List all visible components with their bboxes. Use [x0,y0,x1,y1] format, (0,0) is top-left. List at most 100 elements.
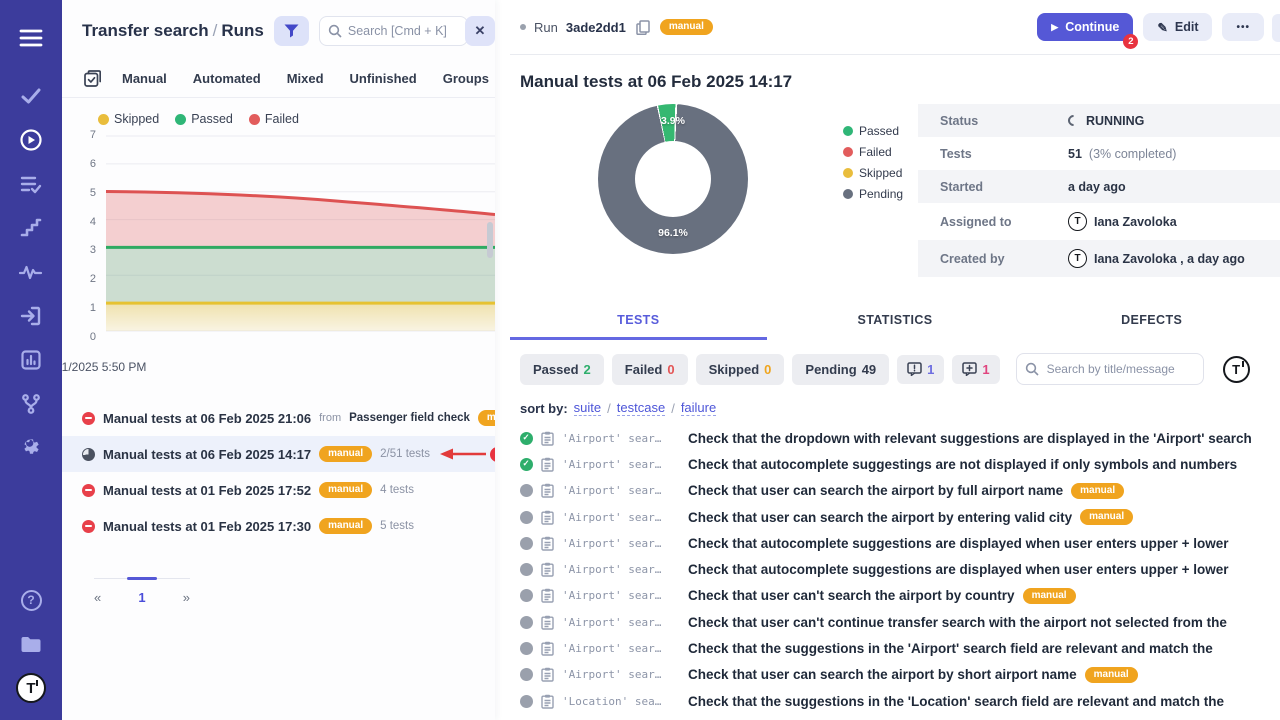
detail-tab[interactable]: DEFECTS [1023,304,1280,340]
status-filter-button[interactable]: Failed 0 [612,354,688,385]
test-row[interactable]: 'Airport' sear… Check that the suggestio… [520,635,1280,661]
test-suite[interactable]: 'Airport' sear… [562,642,680,655]
test-row[interactable]: 'Location' sea… Check that the suggestio… [520,688,1280,714]
testcase-clipboard-icon[interactable] [541,510,554,525]
edit-button[interactable]: ✎ Edit [1143,13,1212,41]
runs-play-icon[interactable] [9,118,53,162]
creator-name[interactable]: Iana Zavoloka , a day ago [1094,252,1245,266]
sort-by-failure[interactable]: failure [681,400,716,416]
sign-in-icon[interactable] [9,294,53,338]
filter-funnel-button[interactable] [274,16,309,46]
detail-tab[interactable]: STATISTICS [767,304,1024,340]
testcase-clipboard-icon[interactable] [541,641,554,656]
test-title[interactable]: Check that the suggestions in the 'Airpo… [688,641,1213,656]
runs-tab[interactable]: Automated [180,71,274,86]
runs-tab[interactable]: Unfinished [337,71,430,86]
test-suite[interactable]: 'Airport' sear… [562,616,680,629]
user-logo-avatar[interactable]: T [9,666,53,710]
steps-icon[interactable] [9,206,53,250]
test-title[interactable]: Check that user can search the airport b… [688,510,1072,525]
test-row[interactable]: 'Airport' sear… Check that user can sear… [520,504,1280,530]
test-row[interactable]: 'Airport' sear… Check that user can't se… [520,583,1280,609]
test-row[interactable]: 'Airport' sear… Check that user can't co… [520,609,1280,635]
folder-icon[interactable] [9,622,53,666]
comments-filter-button[interactable]: 1 [897,355,944,384]
test-row[interactable]: 'Location' sea… Check that autocomplete … [520,714,1280,720]
run-list-item[interactable]: Manual tests at 01 Feb 2025 17:30 manual… [62,508,495,544]
testcase-clipboard-icon[interactable] [541,562,554,577]
branch-icon[interactable] [9,382,53,426]
test-status-icon [520,589,533,602]
test-title[interactable]: Check that the dropdown with relevant su… [688,431,1252,446]
detail-tab[interactable]: TESTS [510,304,767,340]
status-value: RUNNING [1086,114,1144,128]
testcase-clipboard-icon[interactable] [541,483,554,498]
copy-icon[interactable] [636,20,650,35]
select-all-icon[interactable] [84,70,101,87]
breadcrumb-parent[interactable]: Transfer search [82,21,209,40]
status-filter-button[interactable]: Pending 49 [792,354,889,385]
test-suite[interactable]: 'Airport' sear… [562,537,680,550]
activity-icon[interactable] [9,250,53,294]
sort-by-testcase[interactable]: testcase [617,400,665,416]
testcase-clipboard-icon[interactable] [541,667,554,682]
user-avatar[interactable]: T [1223,356,1250,383]
continue-button[interactable]: ▶ Continue 2 [1037,13,1133,41]
testcase-clipboard-icon[interactable] [541,615,554,630]
test-title[interactable]: Check that user can't search the airport… [688,588,1015,603]
close-panel-button[interactable]: ✕ [465,16,495,46]
run-list-item[interactable]: Manual tests at 06 Feb 2025 21:06 from P… [62,400,495,436]
test-suite[interactable]: 'Airport' sear… [562,458,680,471]
testcase-clipboard-icon[interactable] [541,588,554,603]
test-suite[interactable]: 'Airport' sear… [562,511,680,524]
assignee-name[interactable]: Iana Zavoloka [1094,215,1177,229]
test-title[interactable]: Check that autocomplete suggestions are … [688,562,1229,577]
more-options-button[interactable]: ••• [1222,13,1264,41]
pagination-next[interactable]: » [183,590,190,605]
test-suite[interactable]: 'Airport' sear… [562,432,680,445]
run-list-item[interactable]: Manual tests at 01 Feb 2025 17:52 manual… [62,472,495,508]
tests-search-input[interactable] [1016,353,1204,385]
runs-tab[interactable]: Groups [430,71,495,86]
test-title[interactable]: Check that autocomplete suggestions are … [688,536,1229,551]
test-suite[interactable]: 'Airport' sear… [562,668,680,681]
pagination-active-indicator [127,577,157,580]
run-list-item[interactable]: Manual tests at 06 Feb 2025 14:17 manual… [62,436,495,472]
help-icon[interactable]: ? [9,578,53,622]
test-title[interactable]: Check that the suggestions in the 'Locat… [688,694,1224,709]
test-row[interactable]: 'Airport' sear… Check that autocomplete … [520,451,1280,477]
manual-badge: manual [319,518,372,534]
clipped-edge-button[interactable] [1272,14,1280,42]
test-suite[interactable]: 'Airport' sear… [562,563,680,576]
sort-by-suite[interactable]: suite [574,400,601,416]
test-title[interactable]: Check that user can search the airport b… [688,483,1063,498]
testcase-clipboard-icon[interactable] [541,457,554,472]
runs-tab[interactable]: Manual [109,71,180,86]
test-row[interactable]: 'Airport' sear… Check that autocomplete … [520,556,1280,582]
gear-icon[interactable] [9,426,53,470]
test-list-icon[interactable] [9,162,53,206]
menu-icon[interactable] [9,16,53,60]
attachments-filter-button[interactable]: 1 [952,355,999,384]
test-title[interactable]: Check that user can't continue transfer … [688,615,1227,630]
status-filter-button[interactable]: Skipped 0 [696,354,785,385]
testcase-clipboard-icon[interactable] [541,694,554,709]
status-filter-button[interactable]: Passed 2 [520,354,604,385]
test-row[interactable]: 'Airport' sear… Check that user can sear… [520,662,1280,688]
test-row[interactable]: 'Airport' sear… Check that the dropdown … [520,425,1280,451]
test-row[interactable]: 'Airport' sear… Check that autocomplete … [520,530,1280,556]
runs-tab[interactable]: Mixed [274,71,337,86]
reports-icon[interactable] [9,338,53,382]
panel-scrollbar-thumb[interactable] [487,222,493,258]
testcase-clipboard-icon[interactable] [541,431,554,446]
pagination-page-1[interactable]: 1 [138,590,145,605]
test-row[interactable]: 'Airport' sear… Check that user can sear… [520,478,1280,504]
test-title[interactable]: Check that user can search the airport b… [688,667,1077,682]
test-suite[interactable]: 'Location' sea… [562,695,680,708]
pagination-prev[interactable]: « [94,590,101,605]
check-icon[interactable] [9,74,53,118]
testcase-clipboard-icon[interactable] [541,536,554,551]
test-suite[interactable]: 'Airport' sear… [562,484,680,497]
test-suite[interactable]: 'Airport' sear… [562,589,680,602]
test-title[interactable]: Check that autocomplete suggestings are … [688,457,1237,472]
